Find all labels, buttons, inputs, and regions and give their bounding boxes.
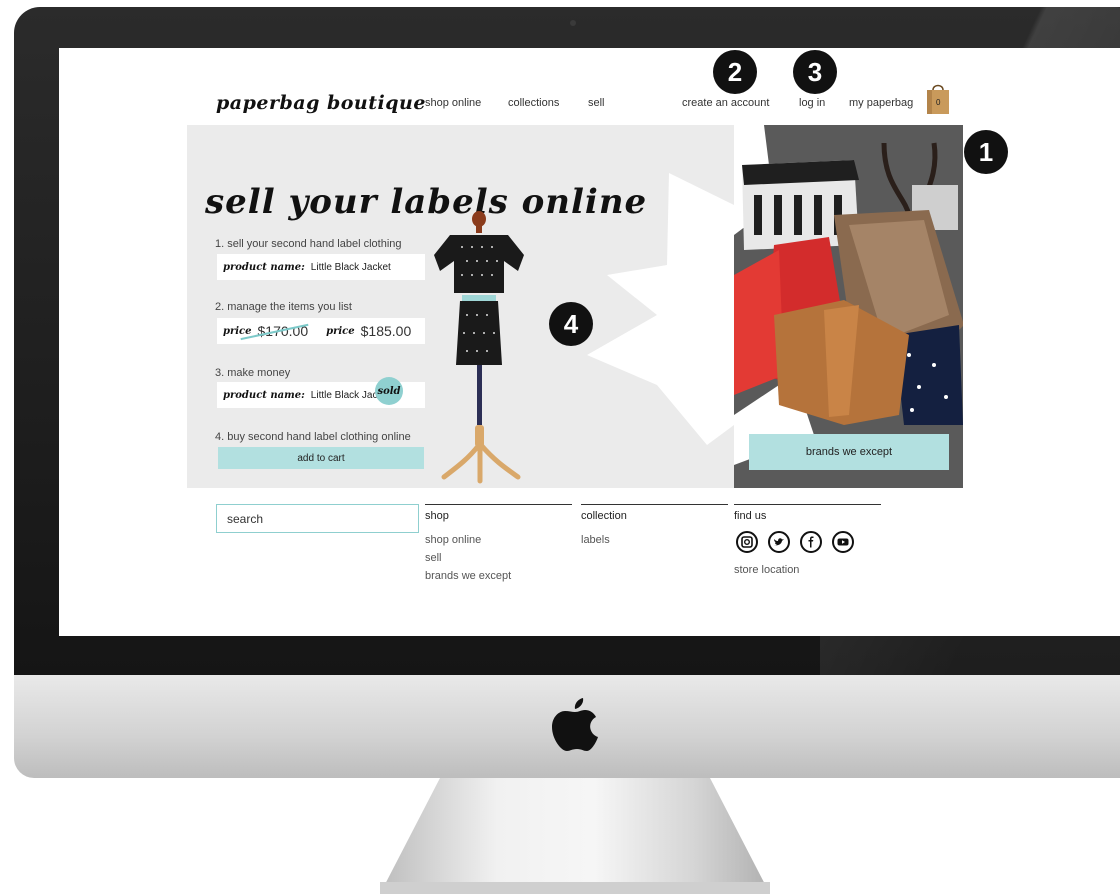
monitor-stand-base (380, 882, 770, 894)
nav-sell[interactable]: sell (588, 97, 605, 109)
my-paperbag-link[interactable]: my paperbag (849, 97, 913, 109)
step-1-text: 1. sell your second hand label clothing (215, 238, 402, 250)
product-name-value: Little Black Jacket (310, 261, 391, 273)
step-2-text: 2. manage the items you list (215, 301, 352, 313)
old-price-label: price (223, 325, 252, 337)
footer-link-shop-online[interactable]: shop online (425, 531, 572, 549)
footer-find-us-heading: find us (734, 510, 767, 522)
new-price-value: $185.00 (360, 323, 412, 339)
create-account-link[interactable]: create an account (682, 97, 769, 109)
store-location-link[interactable]: store location (734, 561, 881, 579)
annotation-badge-2: 2 (713, 50, 757, 94)
bag-count-badge: 0 (936, 98, 941, 107)
product-name-value: Little Black Jac (310, 389, 378, 401)
step-3-text: 3. make money (215, 367, 291, 379)
product-name-field: product name: Little Black Jacket (217, 254, 425, 280)
youtube-icon[interactable] (832, 531, 854, 553)
product-name-label: product name: (223, 389, 305, 401)
footer-link-sell[interactable]: sell (425, 549, 572, 567)
footer-link-labels[interactable]: labels (581, 531, 728, 549)
sold-stamp: sold (375, 377, 403, 405)
log-in-link[interactable]: log in (799, 97, 825, 109)
camera-dot (570, 20, 576, 26)
hero-banner: sell your labels online 1. sell your sec… (187, 125, 734, 488)
clothing-collage: brands we except (734, 125, 963, 488)
add-to-cart-button[interactable]: add to cart (218, 447, 424, 469)
annotation-badge-3: 3 (793, 50, 837, 94)
footer-collection-column: collection labels (581, 504, 728, 549)
nav-collections[interactable]: collections (508, 97, 559, 109)
apple-logo-icon (552, 698, 598, 751)
old-price-value: $170.00 (257, 323, 309, 339)
brands-we-except-button[interactable]: brands we except (749, 434, 949, 470)
footer-link-brands[interactable]: brands we except (425, 567, 572, 585)
annotation-badge-1: 1 (964, 130, 1008, 174)
monitor-stand (380, 778, 770, 894)
footer-shop-column: shop shop online sell brands we except (425, 504, 572, 585)
social-icons (736, 531, 881, 553)
new-price-label: price (326, 325, 355, 337)
facebook-icon[interactable] (800, 531, 822, 553)
price-field: price $170.00 price $185.00 (217, 318, 425, 344)
footer-collection-heading: collection (581, 510, 627, 522)
step-4-text: 4. buy second hand label clothing online (215, 431, 411, 443)
hero-title: sell your labels online (205, 182, 648, 222)
footer-find-us-column: find us store location (734, 504, 881, 579)
instagram-icon[interactable] (736, 531, 758, 553)
product-name-label: product name: (223, 261, 305, 273)
screen: paperbag boutique shop online collection… (59, 48, 1120, 636)
twitter-icon[interactable] (768, 531, 790, 553)
annotation-badge-4: 4 (549, 302, 593, 346)
search-input[interactable] (216, 504, 419, 533)
nav-shop-online[interactable]: shop online (425, 97, 481, 109)
site-logo[interactable]: paperbag boutique (216, 92, 426, 114)
dress-form-image (434, 211, 524, 484)
footer-shop-heading: shop (425, 510, 449, 522)
